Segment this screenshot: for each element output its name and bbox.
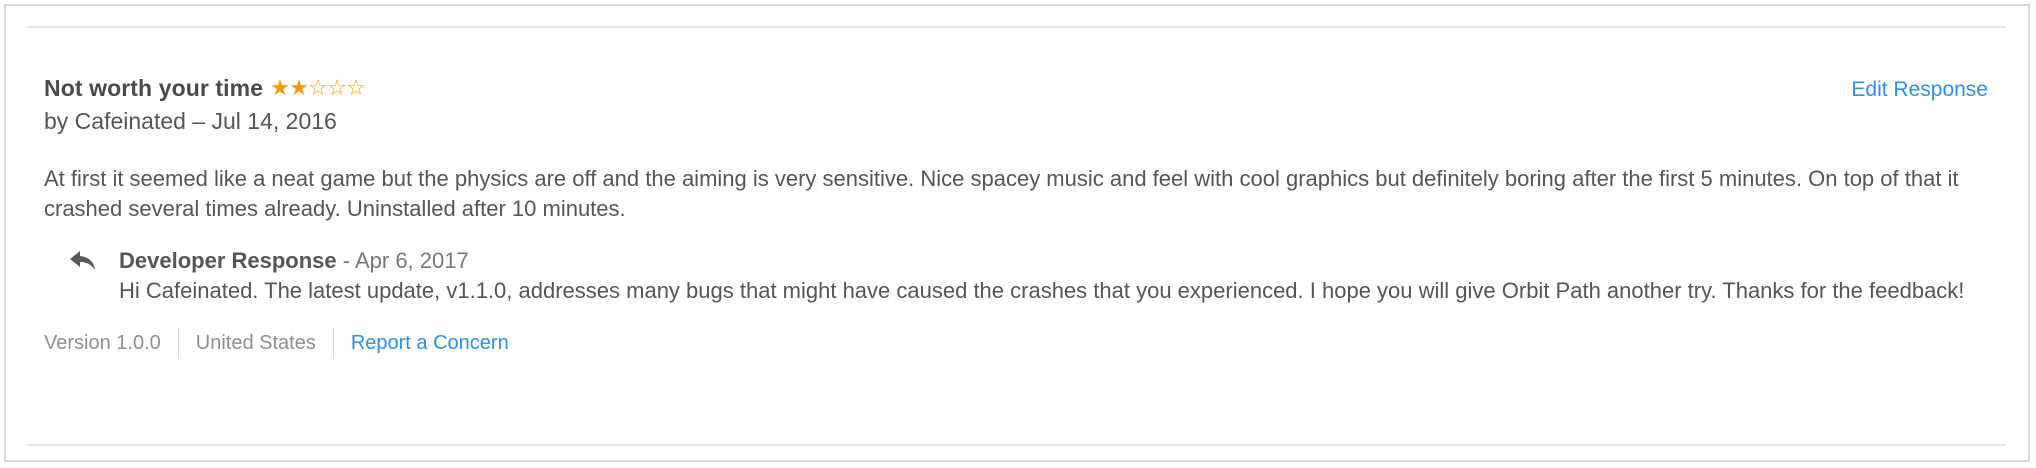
- star-empty-icon: ☆: [308, 75, 328, 100]
- bottom-divider: [28, 444, 2006, 446]
- review-byline: by Cafeinated – Jul 14, 2016: [44, 108, 337, 134]
- star-empty-icon: ☆: [346, 75, 366, 100]
- region-label: United States: [177, 328, 333, 358]
- review-body: At first it seemed like a neat game but …: [44, 166, 1959, 221]
- review-title: Not worth your time: [44, 74, 264, 101]
- edit-response-link[interactable]: Edit Response: [1851, 78, 1988, 102]
- top-divider: [28, 26, 2006, 28]
- version-label: Version 1.0.0: [44, 332, 161, 354]
- star-rating: ★ ★ ☆ ☆ ☆: [270, 75, 366, 100]
- developer-response-date: - Apr 6, 2017: [336, 248, 469, 273]
- star-filled-icon: ★: [289, 75, 309, 100]
- customer-review: Not worth your time ★ ★ ☆ ☆ ☆ Edit Response …: [44, 72, 1988, 358]
- review-card: Not worth your time ★ ★ ☆ ☆ ☆ Edit Response …: [4, 4, 2030, 462]
- developer-response: Developer Response - Apr 6, 2017 Hi Cafe…: [44, 246, 1988, 306]
- report-concern-link[interactable]: Report a Concern: [332, 328, 526, 358]
- review-title-row: Not worth your time ★ ★ ☆ ☆ ☆: [44, 72, 1988, 104]
- developer-response-header: Developer Response - Apr 6, 2017: [119, 246, 1988, 276]
- developer-response-title: Developer Response: [119, 248, 337, 273]
- star-filled-icon: ★: [270, 75, 290, 100]
- developer-response-text: Hi Cafeinated. The latest update, v1.1.0…: [119, 278, 1965, 303]
- review-meta: Version 1.0.0 United States Report a Con…: [44, 328, 1988, 358]
- star-empty-icon: ☆: [327, 75, 347, 100]
- reply-icon: [70, 251, 95, 270]
